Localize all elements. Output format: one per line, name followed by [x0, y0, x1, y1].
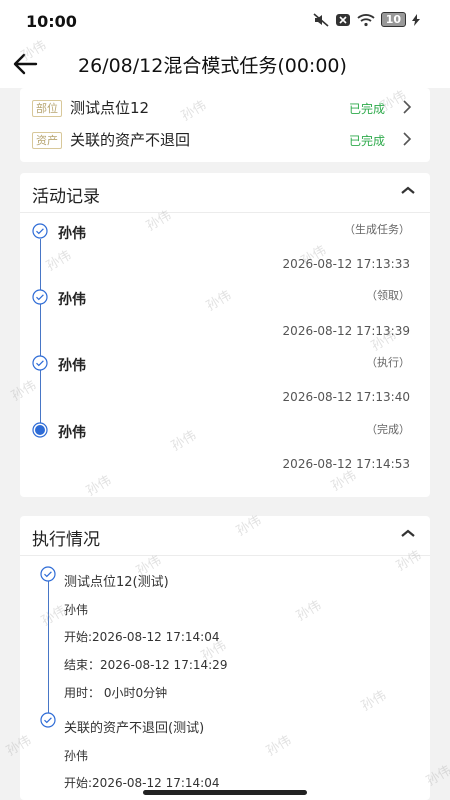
- start-time: 开始:2026-08-12 17:14:04: [64, 776, 220, 790]
- check-circle-icon: [32, 355, 48, 371]
- point-name: 测试点位12(测试): [64, 575, 169, 590]
- record-action: （完成）: [366, 423, 410, 436]
- item-name: 关联的资产不退回: [70, 131, 191, 149]
- page-title: 26/08/12混合模式任务(00:00): [78, 55, 347, 77]
- list-item[interactable]: 部位 测试点位12 已完成: [20, 92, 430, 124]
- status-badge: 已完成: [348, 102, 385, 116]
- duration: 用时： 0小时0分钟: [64, 686, 168, 700]
- app-bar: 26/08/12混合模式任务(00:00): [0, 40, 450, 88]
- asset-tag: 资产: [32, 132, 62, 149]
- check-circle-icon: [32, 289, 48, 305]
- status-icons: 10: [313, 12, 420, 27]
- chevron-right-icon: [403, 132, 412, 146]
- activity-title: 活动记录: [32, 187, 100, 207]
- status-badge: 已完成: [348, 134, 385, 148]
- status-time: 10:00: [26, 12, 77, 31]
- person-name: 孙伟: [64, 603, 89, 617]
- location-tag: 部位: [32, 100, 62, 117]
- item-name: 测试点位12: [70, 99, 150, 117]
- home-indicator[interactable]: [143, 790, 307, 795]
- collapse-up-icon[interactable]: [400, 185, 416, 195]
- execution-card: 执行情况 测试点位12(测试) 孙伟 开始:2026-08-12 17:14:0…: [20, 516, 430, 800]
- activity-card: 活动记录 孙伟 （生成任务） 2026-08-12 17:13:33 孙伟 （领…: [20, 173, 430, 497]
- activity-header[interactable]: 活动记录: [20, 173, 430, 213]
- collapse-up-icon[interactable]: [400, 528, 416, 538]
- timeline-line: [40, 239, 41, 431]
- record-time: 2026-08-12 17:13:39: [282, 324, 410, 338]
- current-dot-icon: [32, 422, 48, 438]
- execution-header[interactable]: 执行情况: [20, 516, 430, 556]
- notification-x-icon: [335, 13, 350, 26]
- timeline-line: [48, 580, 49, 720]
- check-circle-icon: [32, 223, 48, 239]
- list-item[interactable]: 资产 关联的资产不退回 已完成: [20, 124, 430, 156]
- mute-icon: [313, 12, 329, 27]
- battery-indicator: 10: [380, 12, 406, 27]
- charging-icon: [412, 13, 420, 26]
- record-name: 孙伟: [58, 292, 86, 308]
- record-name: 孙伟: [58, 358, 86, 374]
- check-circle-icon: [40, 566, 56, 582]
- wifi-icon: [357, 13, 375, 26]
- point-name: 关联的资产不退回(测试): [64, 721, 205, 736]
- status-bar: 10:00 10: [0, 0, 450, 40]
- execution-title: 执行情况: [32, 530, 100, 550]
- record-action: （生成任务）: [344, 223, 410, 236]
- check-circle-icon: [40, 712, 56, 728]
- record-name: 孙伟: [58, 425, 86, 441]
- record-time: 2026-08-12 17:14:53: [282, 457, 410, 471]
- back-arrow-icon[interactable]: [10, 50, 40, 78]
- record-action: （执行）: [366, 356, 410, 369]
- items-card: 部位 测试点位12 已完成 资产 关联的资产不退回 已完成: [20, 88, 430, 162]
- record-action: （领取）: [366, 289, 410, 302]
- record-time: 2026-08-12 17:13:40: [282, 390, 410, 404]
- start-time: 开始:2026-08-12 17:14:04: [64, 630, 220, 644]
- end-time: 结束：2026-08-12 17:14:29: [64, 658, 228, 672]
- record-time: 2026-08-12 17:13:33: [282, 257, 410, 271]
- chevron-right-icon: [403, 100, 412, 114]
- person-name: 孙伟: [64, 749, 89, 763]
- record-name: 孙伟: [58, 226, 86, 242]
